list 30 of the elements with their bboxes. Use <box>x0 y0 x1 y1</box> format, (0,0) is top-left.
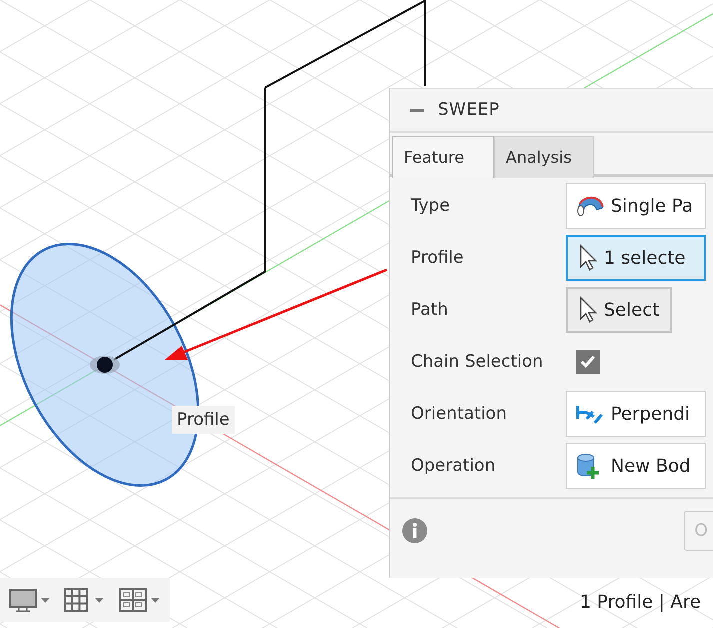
collapse-icon[interactable] <box>410 108 424 112</box>
info-icon[interactable] <box>402 518 428 544</box>
dropdown-field[interactable]: Perpendi <box>566 391 706 437</box>
field-label: Chain Selection <box>410 352 544 372</box>
sweep-path-line[interactable] <box>114 88 266 361</box>
status-text: 1 Profile | Are <box>580 592 702 613</box>
field-label: Type <box>410 196 452 216</box>
path-line[interactable] <box>264 0 426 89</box>
tube-icon <box>575 195 605 217</box>
field-label: Orientation <box>410 404 508 424</box>
cursor-icon <box>578 296 598 324</box>
field-label: Path <box>410 300 450 320</box>
checkmark-icon <box>579 353 597 371</box>
checkbox[interactable] <box>576 350 600 374</box>
origin-point <box>90 356 120 374</box>
dropdown-field[interactable]: New Bod <box>566 443 706 489</box>
field-label: Profile <box>410 248 465 268</box>
layout-icon[interactable] <box>118 587 162 613</box>
dropdown-field[interactable]: Single Pa <box>566 183 706 229</box>
perpendicular-icon <box>575 403 605 425</box>
selection-field[interactable]: Select <box>566 287 672 333</box>
field-label: Operation <box>410 456 497 476</box>
monitor-icon[interactable] <box>8 587 52 613</box>
selection-field[interactable]: 1 selecte <box>566 235 706 281</box>
grid-icon[interactable] <box>63 587 107 613</box>
cursor-icon <box>578 244 598 272</box>
profile-tooltip: Profile <box>172 406 235 434</box>
panel-tab[interactable]: Feature <box>392 136 494 178</box>
panel-title: SWEEP <box>438 100 500 120</box>
panel-tab[interactable]: Analysis <box>494 136 594 178</box>
